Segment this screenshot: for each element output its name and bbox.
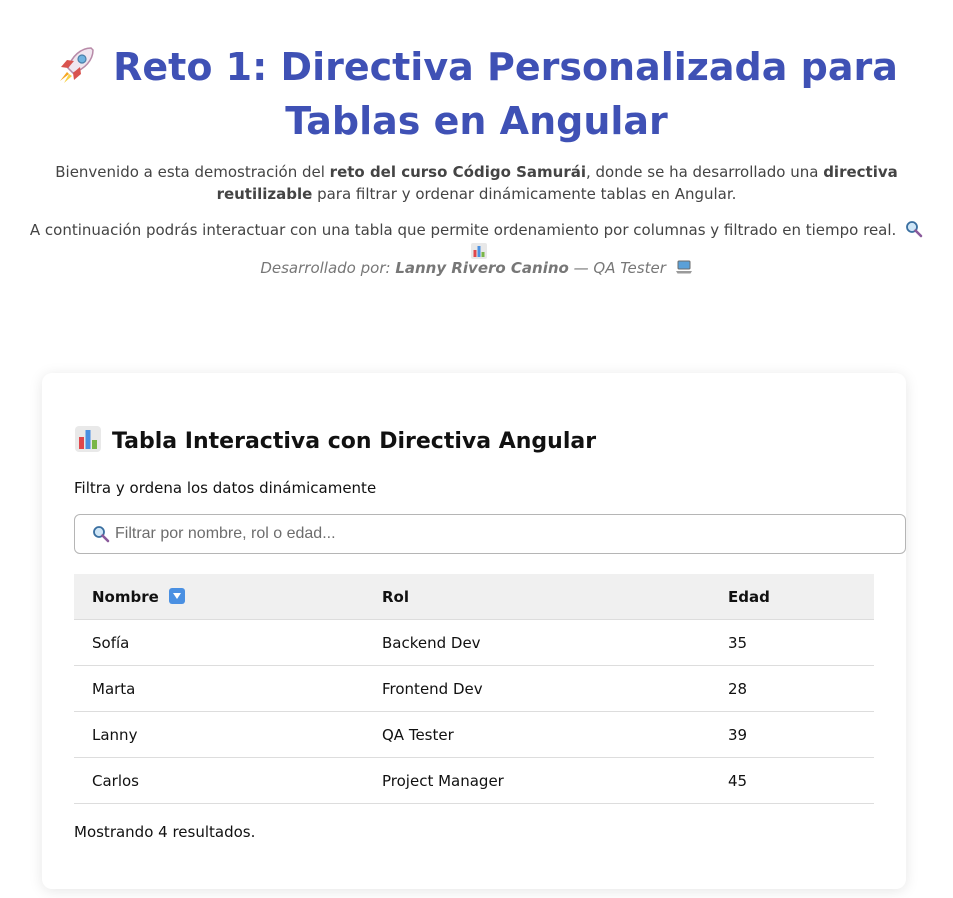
page-title: Reto 1: Directiva Personalizada para Tab… xyxy=(30,40,923,148)
page-title-text: Reto 1: Directiva Personalizada para Tab… xyxy=(113,45,898,143)
laptop-icon xyxy=(675,260,692,274)
column-label: Rol xyxy=(382,587,409,606)
table-card: Tabla Interactiva con Directiva Angular … xyxy=(42,373,906,889)
table-row: Carlos Project Manager 45 xyxy=(74,757,874,804)
cell-rol: Backend Dev xyxy=(364,619,710,666)
author-role: — QA Tester xyxy=(568,259,666,277)
cell-nombre: Lanny xyxy=(74,711,364,758)
column-header-rol[interactable]: Rol xyxy=(364,574,710,620)
table-row: Sofía Backend Dev 35 xyxy=(74,619,874,666)
search-input[interactable] xyxy=(115,515,895,553)
author-prefix: Desarrollado por: xyxy=(260,259,396,277)
magnifier-icon xyxy=(906,221,923,238)
sort-down-icon[interactable] xyxy=(168,587,185,604)
cell-nombre: Sofía xyxy=(74,619,364,666)
cell-nombre: Marta xyxy=(74,665,364,712)
table-header-row: Nombre Rol Edad xyxy=(74,574,874,620)
intro-text-end: para filtrar y ordenar dinámicamente tab… xyxy=(312,185,737,203)
card-title: Tabla Interactiva con Directiva Angular xyxy=(74,425,596,459)
result-count: Mostrando 4 resultados. xyxy=(74,823,256,841)
cell-rol: Frontend Dev xyxy=(364,665,710,712)
column-label: Nombre xyxy=(92,587,159,606)
page: Reto 1: Directiva Personalizada para Tab… xyxy=(0,0,953,898)
rocket-icon xyxy=(60,47,94,83)
magnifier-icon xyxy=(93,526,110,543)
cell-nombre: Carlos xyxy=(74,757,364,804)
author-credit: Desarrollado por: Lanny Rivero Canino — … xyxy=(20,257,933,279)
card-subtitle: Filtra y ordena los datos dinámicamente xyxy=(74,479,377,497)
cell-edad: 35 xyxy=(710,619,874,666)
table-row: Marta Frontend Dev 28 xyxy=(74,665,874,712)
bar-chart-icon xyxy=(75,426,101,452)
intro-text-mid: , donde se ha desarrollado una xyxy=(586,163,824,181)
intro-course-name: reto del curso Código Samurái xyxy=(329,163,586,181)
intro-text: Bienvenido a esta demostración del xyxy=(55,163,330,181)
cell-edad: 45 xyxy=(710,757,874,804)
cell-edad: 39 xyxy=(710,711,874,758)
column-header-edad[interactable]: Edad xyxy=(710,574,874,620)
cell-rol: QA Tester xyxy=(364,711,710,758)
intro-paragraph: Bienvenido a esta demostración del reto … xyxy=(20,161,933,205)
author-name: Lanny Rivero Canino xyxy=(395,259,569,277)
data-table: Nombre Rol Edad Sofía Backend Dev 35 Mar… xyxy=(74,574,874,804)
cell-edad: 28 xyxy=(710,665,874,712)
search-field[interactable] xyxy=(74,514,906,554)
table-row: Lanny QA Tester 39 xyxy=(74,711,874,758)
column-label: Edad xyxy=(728,587,770,606)
card-title-text: Tabla Interactiva con Directiva Angular xyxy=(112,429,597,454)
intro-line2-text: A continuación podrás interactuar con un… xyxy=(29,221,897,239)
cell-rol: Project Manager xyxy=(364,757,710,804)
column-header-nombre[interactable]: Nombre xyxy=(74,574,364,620)
